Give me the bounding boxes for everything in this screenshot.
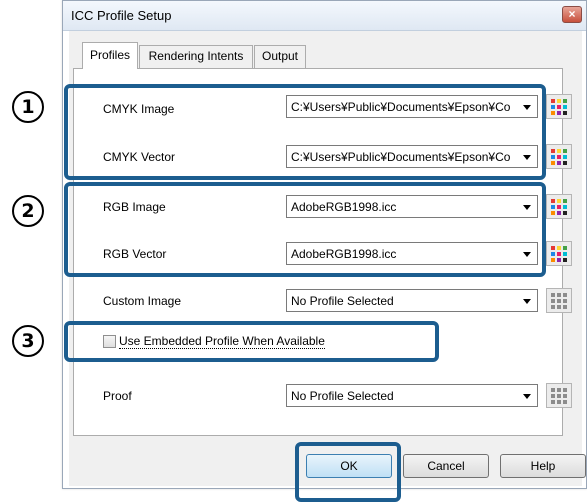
window-title: ICC Profile Setup	[71, 8, 172, 23]
tab-profiles[interactable]: Profiles	[82, 42, 138, 69]
tab-output[interactable]: Output	[254, 45, 306, 68]
proof-label: Proof	[103, 389, 132, 403]
rgb-vector-profile-button[interactable]	[546, 241, 572, 266]
tab-output-label: Output	[261, 49, 299, 63]
color-palette-icon	[551, 99, 567, 115]
cmyk-image-profile-button[interactable]	[546, 94, 572, 119]
tab-rendering-intents-label: Rendering Intents	[148, 49, 244, 63]
custom-image-select[interactable]: No Profile Selected	[286, 289, 538, 312]
proof-profile-button[interactable]	[546, 383, 572, 408]
color-palette-icon	[551, 199, 567, 215]
highlight-ok-button	[295, 442, 401, 502]
title-bar[interactable]: ICC Profile Setup ×	[63, 1, 586, 31]
close-icon: ×	[568, 7, 576, 21]
callout-marker-1: 1	[12, 91, 44, 123]
grid-icon	[551, 293, 567, 309]
proof-select[interactable]: No Profile Selected	[286, 384, 538, 407]
custom-image-value: No Profile Selected	[291, 294, 394, 308]
callout-marker-3: 3	[12, 325, 44, 357]
highlight-embedded-profile	[64, 321, 439, 362]
highlight-cmyk-group	[64, 84, 546, 180]
color-palette-icon	[551, 149, 567, 165]
help-button[interactable]: Help	[500, 454, 586, 478]
proof-value: No Profile Selected	[291, 389, 394, 403]
close-button[interactable]: ×	[562, 6, 582, 23]
chevron-down-icon	[523, 394, 531, 399]
custom-image-label: Custom Image	[103, 294, 182, 308]
color-palette-icon	[551, 246, 567, 262]
chevron-down-icon	[523, 299, 531, 304]
tab-rendering-intents[interactable]: Rendering Intents	[139, 45, 253, 68]
cancel-button[interactable]: Cancel	[403, 454, 489, 478]
custom-image-profile-button[interactable]	[546, 288, 572, 313]
cmyk-vector-profile-button[interactable]	[546, 144, 572, 169]
grid-icon	[551, 388, 567, 404]
help-button-label: Help	[530, 459, 556, 473]
highlight-rgb-group	[64, 182, 546, 277]
cancel-button-label: Cancel	[427, 459, 465, 473]
tab-profiles-label: Profiles	[89, 48, 130, 62]
rgb-image-profile-button[interactable]	[546, 194, 572, 219]
callout-marker-2: 2	[12, 195, 44, 227]
